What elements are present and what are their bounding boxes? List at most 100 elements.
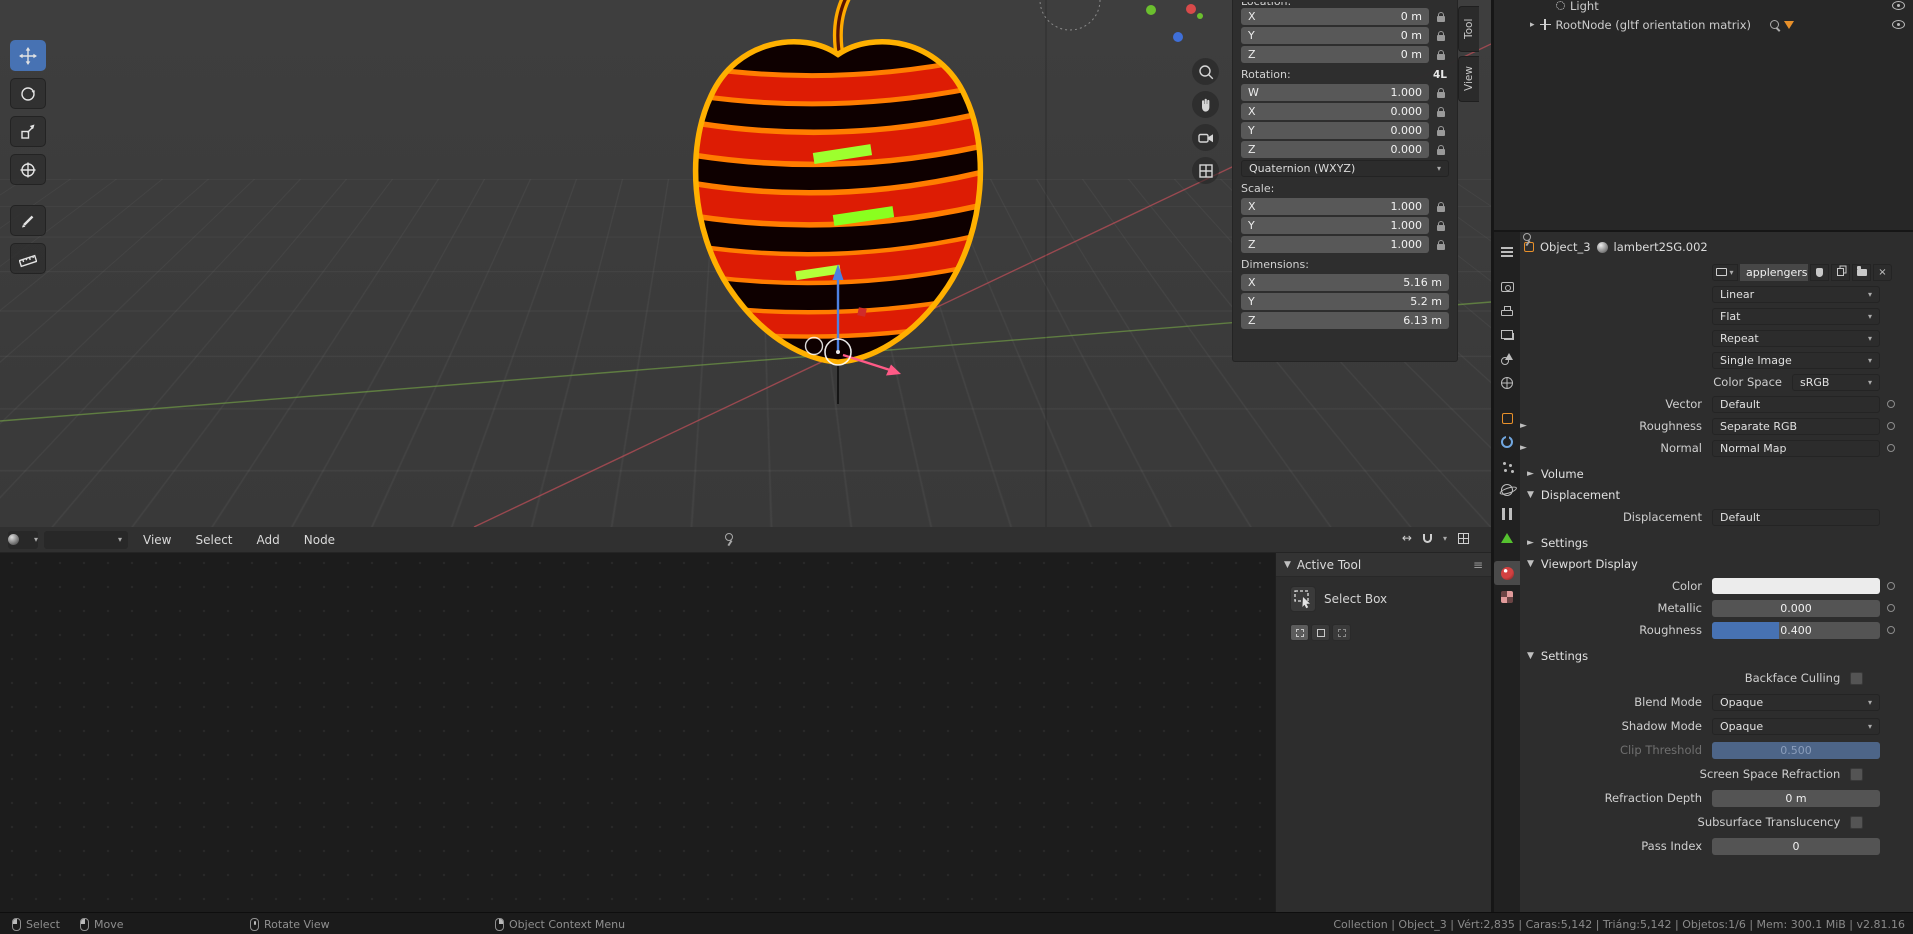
metallic-slider[interactable]: 0.000: [1712, 599, 1880, 617]
move-tool-button[interactable]: [10, 40, 46, 71]
properties-tab-render[interactable]: [1494, 275, 1520, 299]
displacement-value[interactable]: Default: [1712, 508, 1880, 526]
viewport-3d[interactable]: Location: X 0 m Y 0 m Z 0 m: [0, 0, 1491, 527]
rotation-mode-dropdown[interactable]: Quaternion (WXYZ) ▾: [1241, 160, 1449, 177]
lock-icon[interactable]: [1432, 8, 1449, 25]
properties-tab-material[interactable]: [1494, 561, 1520, 585]
properties-tab-physics[interactable]: [1494, 478, 1520, 502]
select-box-tool-button[interactable]: [1290, 586, 1316, 612]
breadcrumb-object[interactable]: Object_3: [1540, 240, 1591, 254]
lock-icon[interactable]: [1432, 217, 1449, 234]
duplicate-button[interactable]: [1831, 263, 1850, 281]
roughness-link-value[interactable]: Separate RGB: [1712, 417, 1880, 435]
grid-view-button[interactable]: [1192, 157, 1219, 184]
editor-type-properties-icon[interactable]: [1494, 240, 1520, 264]
outliner-row-rootnode[interactable]: ▸ RootNode (gltf orientation matrix): [1494, 15, 1913, 34]
lock-icon[interactable]: [1432, 103, 1449, 120]
sidebar-tab-view[interactable]: View: [1458, 56, 1479, 102]
normal-link-value[interactable]: Normal Map: [1712, 439, 1880, 457]
lock-icon[interactable]: [1432, 122, 1449, 139]
properties-tab-modifiers[interactable]: [1494, 430, 1520, 454]
rotation-x-field[interactable]: X 0.000: [1241, 103, 1429, 120]
properties-tab-constraints[interactable]: [1494, 502, 1520, 526]
shadow-mode-dropdown[interactable]: Opaque ▾: [1712, 717, 1880, 735]
open-file-button[interactable]: [1852, 263, 1871, 281]
node-tree-selector[interactable]: ▾: [44, 530, 128, 549]
keyframe-dot-icon[interactable]: [1887, 626, 1895, 634]
annotate-tool-button[interactable]: [10, 205, 46, 236]
backface-culling-checkbox[interactable]: [1850, 671, 1863, 685]
keyframe-dot-icon[interactable]: [1887, 400, 1895, 408]
location-x-field[interactable]: X 0 m: [1241, 8, 1429, 25]
expand-arrow-icon[interactable]: ►: [1520, 421, 1530, 431]
projection-dropdown[interactable]: Flat ▾: [1712, 307, 1880, 325]
lock-icon[interactable]: [1432, 27, 1449, 44]
pan-button[interactable]: [1192, 91, 1219, 118]
select-mode-extend-button[interactable]: [1311, 624, 1330, 641]
scale-x-field[interactable]: X 1.000: [1241, 198, 1429, 215]
keyframe-dot-icon[interactable]: [1887, 422, 1895, 430]
select-mode-new-button[interactable]: [1290, 624, 1309, 641]
parent-links-icon[interactable]: ↔: [1402, 531, 1412, 545]
pin-icon[interactable]: [722, 532, 736, 547]
clip-threshold-slider[interactable]: 0.500: [1712, 741, 1880, 759]
lock-icon[interactable]: [1432, 46, 1449, 63]
snap-magnet-icon[interactable]: [1422, 533, 1432, 543]
extension-dropdown[interactable]: Repeat ▾: [1712, 329, 1880, 347]
vector-value[interactable]: Default: [1712, 395, 1880, 413]
lock-icon[interactable]: [1432, 141, 1449, 158]
scale-y-field[interactable]: Y 1.000: [1241, 217, 1429, 234]
eye-icon[interactable]: [1892, 1, 1905, 10]
measure-tool-button[interactable]: [10, 243, 46, 274]
chevron-down-icon[interactable]: ▾: [1443, 534, 1447, 543]
lock-icon[interactable]: [1432, 236, 1449, 253]
expand-arrow-icon[interactable]: ▸: [1530, 20, 1535, 30]
rotation-mode-badge[interactable]: 4L: [1431, 69, 1449, 81]
menu-select[interactable]: Select: [186, 530, 241, 550]
apple-object[interactable]: [672, 0, 1004, 400]
ssr-checkbox[interactable]: [1850, 767, 1863, 781]
fake-user-button[interactable]: [1810, 263, 1829, 281]
properties-tab-object[interactable]: [1494, 406, 1520, 430]
eye-icon[interactable]: [1892, 20, 1905, 29]
rotation-z-field[interactable]: Z 0.000: [1241, 141, 1429, 158]
sidebar-tab-tool[interactable]: Tool: [1458, 6, 1479, 52]
section-volume[interactable]: ► Volume: [1527, 467, 1913, 481]
pass-index-field[interactable]: 0: [1712, 837, 1880, 855]
properties-tab-object-data[interactable]: [1494, 526, 1520, 550]
lock-icon[interactable]: [1432, 84, 1449, 101]
blend-mode-dropdown[interactable]: Opaque ▾: [1712, 693, 1880, 711]
refraction-depth-field[interactable]: 0 m: [1712, 789, 1880, 807]
menu-view[interactable]: View: [134, 530, 180, 550]
camera-view-button[interactable]: [1192, 124, 1219, 151]
location-y-field[interactable]: Y 0 m: [1241, 27, 1429, 44]
section-viewport-display[interactable]: ▼ Viewport Display: [1527, 557, 1913, 571]
properties-tab-scene[interactable]: [1494, 347, 1520, 371]
menu-add[interactable]: Add: [248, 530, 289, 550]
expand-arrow-icon[interactable]: ►: [1520, 443, 1530, 453]
properties-tab-view-layer[interactable]: [1494, 323, 1520, 347]
keyframe-dot-icon[interactable]: [1887, 604, 1895, 612]
rotate-tool-button[interactable]: [10, 78, 46, 109]
dimensions-y-field[interactable]: Y 5.2 m: [1241, 293, 1449, 310]
section-displacement[interactable]: ▼ Displacement: [1527, 488, 1913, 502]
lock-icon[interactable]: [1432, 198, 1449, 215]
source-dropdown[interactable]: Single Image ▾: [1712, 351, 1880, 369]
editor-type-button[interactable]: ▾: [8, 530, 38, 549]
rotation-y-field[interactable]: Y 0.000: [1241, 122, 1429, 139]
overlay-toggle-icon[interactable]: [1458, 532, 1469, 544]
panel-options-icon[interactable]: ≡: [1473, 558, 1483, 572]
scale-z-field[interactable]: Z 1.000: [1241, 236, 1429, 253]
select-mode-subtract-button[interactable]: [1332, 624, 1351, 641]
outliner-row-light[interactable]: Light: [1494, 0, 1913, 15]
location-z-field[interactable]: Z 0 m: [1241, 46, 1429, 63]
viewport-color-swatch[interactable]: [1712, 578, 1880, 594]
dimensions-z-field[interactable]: Z 6.13 m: [1241, 312, 1449, 329]
section-settings-2[interactable]: ▼ Settings: [1527, 649, 1913, 663]
rotation-w-field[interactable]: W 1.000: [1241, 84, 1429, 101]
shader-node-editor[interactable]: ▾ ▾ View Select Add Node ↔ ▾ ▼ Active To…: [0, 527, 1491, 912]
keyframe-dot-icon[interactable]: [1887, 582, 1895, 590]
scale-tool-button[interactable]: [10, 116, 46, 147]
image-browse-button[interactable]: ▾: [1712, 263, 1738, 281]
sss-checkbox[interactable]: [1850, 815, 1863, 829]
